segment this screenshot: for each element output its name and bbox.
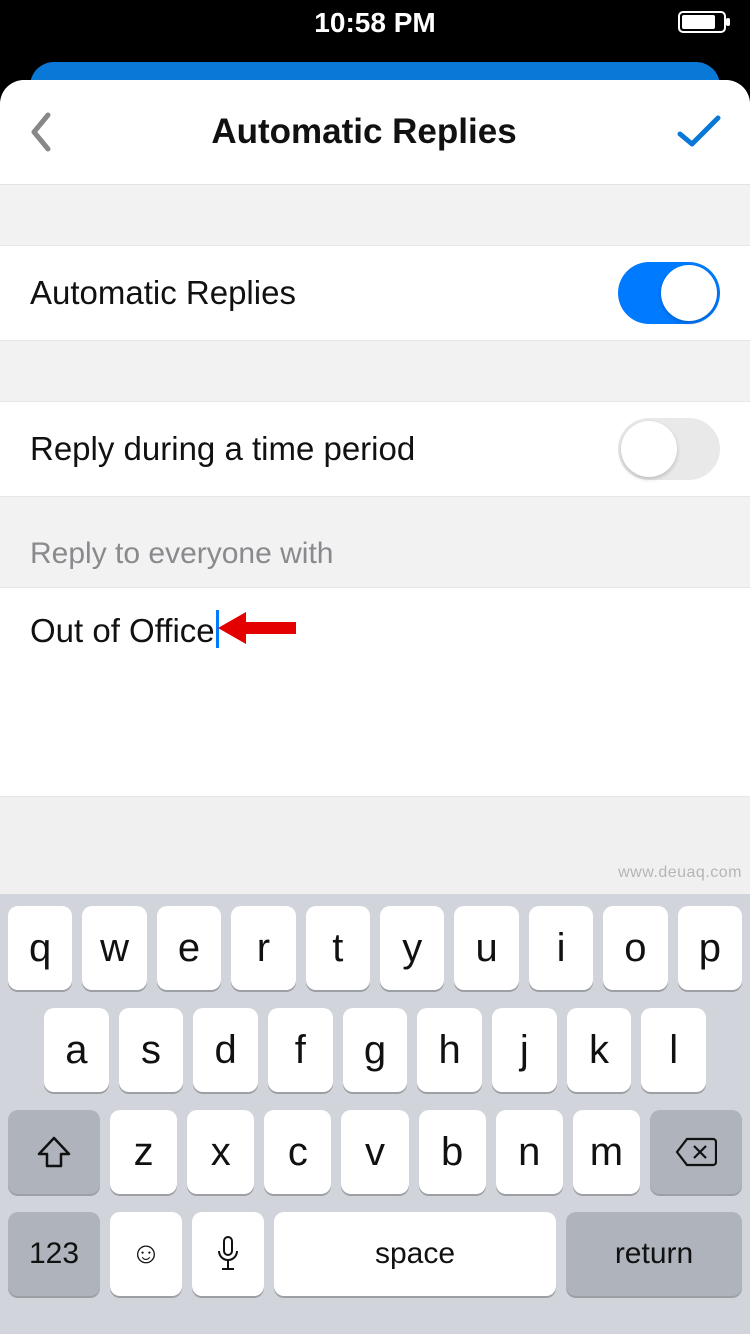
time-period-toggle[interactable] — [618, 418, 720, 480]
keyboard-row-3: z x c v b n m — [8, 1110, 742, 1194]
battery-icon — [678, 11, 726, 33]
backspace-icon — [675, 1137, 717, 1167]
key-t[interactable]: t — [306, 906, 370, 990]
key-h[interactable]: h — [417, 1008, 482, 1092]
nav-bar: Automatic Replies — [0, 80, 750, 185]
key-x[interactable]: x — [187, 1110, 254, 1194]
annotation-arrow — [218, 608, 298, 648]
key-p[interactable]: p — [678, 906, 742, 990]
automatic-replies-label: Automatic Replies — [30, 274, 296, 312]
arrow-left-icon — [218, 608, 298, 648]
reply-section-header: Reply to everyone with — [0, 497, 750, 587]
automatic-replies-row: Automatic Replies — [0, 245, 750, 341]
toggle-knob — [621, 421, 677, 477]
back-button[interactable] — [28, 111, 52, 153]
key-emoji[interactable]: ☺ — [110, 1212, 182, 1296]
key-k[interactable]: k — [567, 1008, 632, 1092]
key-j[interactable]: j — [492, 1008, 557, 1092]
watermark: www.deuaq.com — [618, 864, 742, 882]
section-gap — [0, 185, 750, 245]
toggle-knob — [661, 265, 717, 321]
key-w[interactable]: w — [82, 906, 146, 990]
microphone-icon — [216, 1235, 240, 1273]
page-title: Automatic Replies — [52, 112, 676, 152]
key-n[interactable]: n — [496, 1110, 563, 1194]
time-period-row: Reply during a time period — [0, 401, 750, 497]
key-backspace[interactable] — [650, 1110, 742, 1194]
shift-icon — [37, 1136, 71, 1168]
status-time: 10:58 PM — [314, 7, 435, 39]
key-q[interactable]: q — [8, 906, 72, 990]
checkmark-icon — [676, 114, 722, 150]
key-a[interactable]: a — [44, 1008, 109, 1092]
key-dictation[interactable] — [192, 1212, 264, 1296]
key-shift[interactable] — [8, 1110, 100, 1194]
key-r[interactable]: r — [231, 906, 295, 990]
reply-message-field[interactable]: Out of Office — [0, 587, 750, 797]
key-c[interactable]: c — [264, 1110, 331, 1194]
key-space[interactable]: space — [274, 1212, 556, 1296]
section-gap — [0, 341, 750, 401]
key-l[interactable]: l — [641, 1008, 706, 1092]
key-s[interactable]: s — [119, 1008, 184, 1092]
key-123[interactable]: 123 — [8, 1212, 100, 1296]
keyboard-row-2: a s d f g h j k l — [8, 1008, 742, 1092]
key-g[interactable]: g — [343, 1008, 408, 1092]
confirm-button[interactable] — [676, 114, 722, 150]
key-m[interactable]: m — [573, 1110, 640, 1194]
key-y[interactable]: y — [380, 906, 444, 990]
keyboard-row-1: q w e r t y u i o p — [8, 906, 742, 990]
sheet-wrap: Automatic Replies Automatic Replies Repl… — [0, 62, 750, 1334]
key-f[interactable]: f — [268, 1008, 333, 1092]
keyboard: q w e r t y u i o p a s d f g h — [0, 894, 750, 1334]
automatic-replies-toggle[interactable] — [618, 262, 720, 324]
keyboard-row-4: 123 ☺ space return — [8, 1212, 742, 1296]
key-return[interactable]: return — [566, 1212, 742, 1296]
status-bar: 10:58 PM — [0, 0, 750, 45]
reply-message-text: Out of Office — [30, 612, 215, 649]
key-v[interactable]: v — [341, 1110, 408, 1194]
key-d[interactable]: d — [193, 1008, 258, 1092]
key-z[interactable]: z — [110, 1110, 177, 1194]
phone-frame: 10:58 PM Automatic Replies — [0, 0, 750, 1334]
time-period-label: Reply during a time period — [30, 430, 415, 468]
chevron-left-icon — [28, 111, 52, 153]
modal-sheet: Automatic Replies Automatic Replies Repl… — [0, 80, 750, 1334]
emoji-icon: ☺ — [131, 1237, 162, 1271]
key-i[interactable]: i — [529, 906, 593, 990]
key-o[interactable]: o — [603, 906, 667, 990]
key-b[interactable]: b — [419, 1110, 486, 1194]
key-e[interactable]: e — [157, 906, 221, 990]
key-u[interactable]: u — [454, 906, 518, 990]
